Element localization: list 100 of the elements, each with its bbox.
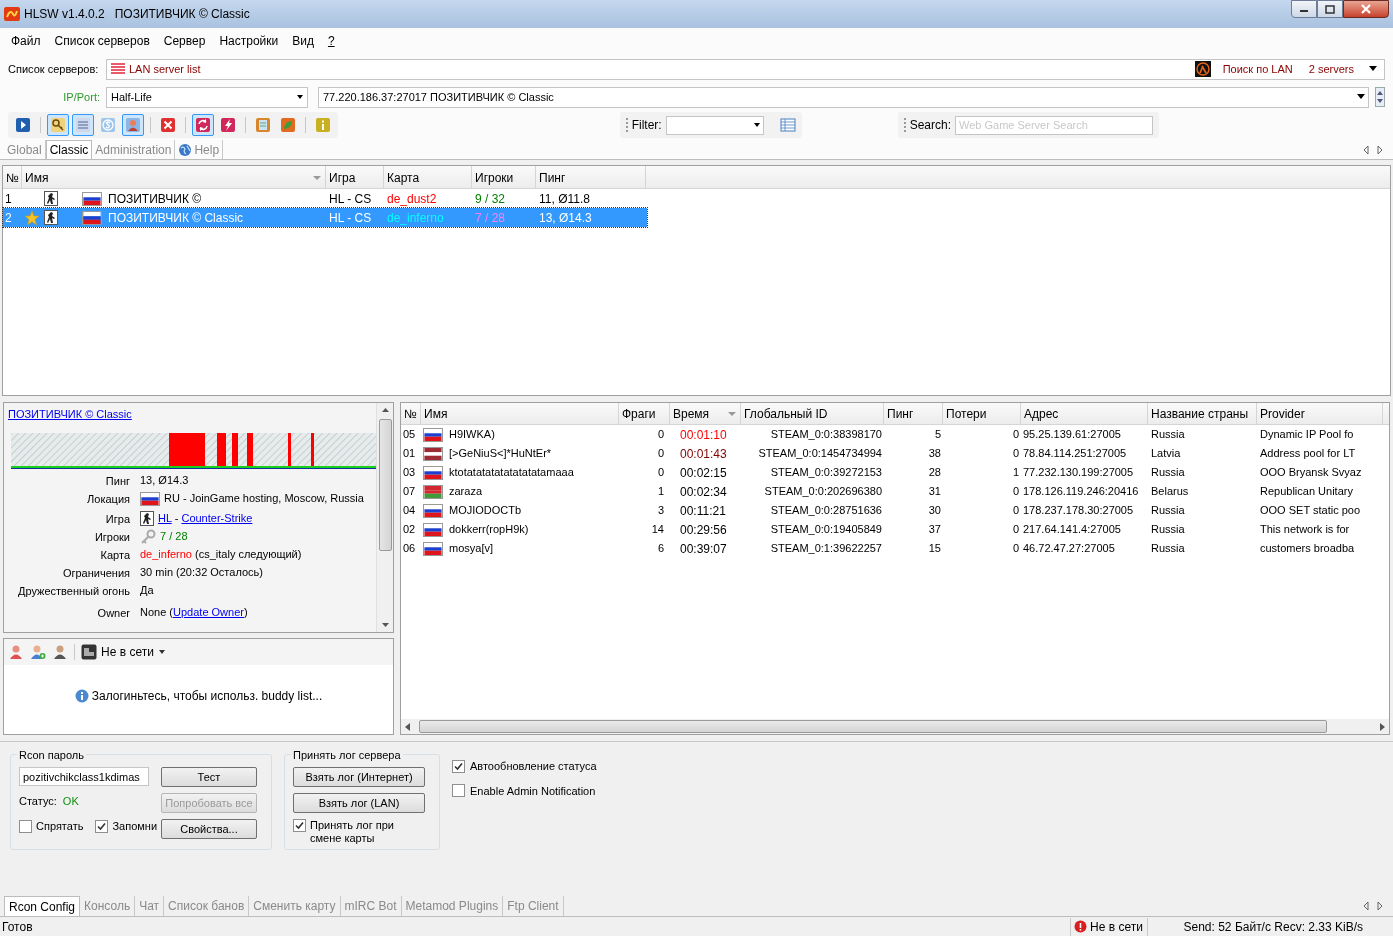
table-cell-text: OOO SET static poo <box>1259 503 1362 519</box>
table-cell: 00:01:43 <box>680 446 727 461</box>
button[interactable]: Взять лог (Интернет) <box>293 767 425 787</box>
table-cell-text: 217.64.141.4:27005 <box>1022 522 1122 538</box>
column-header[interactable]: Пинг <box>884 403 943 425</box>
table-cell-text: 78.84.114.251:27005 <box>1022 446 1128 462</box>
flag-icon <box>140 491 160 506</box>
view-tab[interactable]: Global <box>4 140 46 159</box>
column-header[interactable]: Фраги <box>619 403 670 425</box>
status-value: OK <box>62 793 79 809</box>
link[interactable]: Update Owner <box>173 606 244 619</box>
table-cell-text: 178.237.178.30:27005 <box>1022 503 1135 519</box>
checkbox-label: Принять лог при смене карты <box>310 819 395 845</box>
map-cell-text: de_dust2 <box>386 190 438 208</box>
button[interactable]: Свойства... <box>161 819 257 839</box>
players-cell-text: 7 / 28 <box>474 209 507 227</box>
checkbox[interactable] <box>452 784 465 798</box>
info-label: Игроки <box>93 529 130 545</box>
info-value: HL - Counter-Strike <box>158 511 253 527</box>
table-cell-text: STEAM_0:1:39622257 <box>769 541 883 557</box>
toolbar-button[interactable] <box>122 114 144 136</box>
info-value: de_inferno (cs_italy следующий) <box>140 547 302 563</box>
column-header[interactable]: Название страны <box>1148 403 1257 425</box>
minimize-button[interactable] <box>1291 0 1317 18</box>
info-value: 13, Ø14.3 <box>140 473 189 489</box>
toolbar-button[interactable] <box>47 114 69 136</box>
table-cell-text: 05 <box>402 427 417 443</box>
info-value: None (Update Owner) <box>140 605 248 621</box>
player-name: zaraza <box>449 484 483 500</box>
menu-item[interactable]: Файл <box>4 30 48 52</box>
filter-label: Filter: <box>631 117 662 134</box>
column-header[interactable]: Карта <box>384 166 472 189</box>
server-link[interactable]: ПОЗИТИВЧИК © Classic <box>8 406 132 423</box>
person-icon[interactable] <box>8 644 24 660</box>
column-header[interactable]: Адрес <box>1021 403 1148 425</box>
table-cell-text: STEAM_0:0:202696380 <box>763 484 883 500</box>
toolbar-button[interactable] <box>192 114 214 136</box>
menu-item[interactable]: Сервер <box>156 30 213 52</box>
view-tab[interactable]: Administration <box>92 140 176 159</box>
table-cell-text: Belarus <box>1150 484 1190 500</box>
table-icon[interactable] <box>779 118 796 132</box>
table-cell-text: 0 <box>656 465 665 481</box>
menu-item[interactable]: Список серверов <box>47 30 157 52</box>
scroll-left-icon[interactable] <box>1361 143 1371 157</box>
menu-item[interactable]: Вид <box>285 30 321 52</box>
error-icon <box>1074 920 1087 933</box>
menu-item[interactable]: ? <box>320 30 342 52</box>
column-header[interactable]: Игра <box>326 166 384 189</box>
column-header[interactable]: Имя <box>421 403 619 425</box>
column-header[interactable]: Имя <box>22 166 326 189</box>
button[interactable]: Взять лог (LAN) <box>293 793 425 813</box>
person-icon[interactable] <box>52 644 68 660</box>
column-header[interactable]: Глобальный ID <box>741 403 884 425</box>
scroll-right-icon[interactable] <box>1375 899 1385 913</box>
add-person-icon[interactable] <box>30 644 46 660</box>
column-header[interactable]: Время <box>670 403 741 425</box>
maximize-button[interactable] <box>1317 0 1343 18</box>
link[interactable]: HL <box>158 512 172 525</box>
scrollbar[interactable] <box>401 719 1389 734</box>
scroll-left-icon[interactable] <box>1361 899 1371 913</box>
table-cell-text: 15 <box>927 541 942 557</box>
player-name: H9IWKA) <box>449 427 495 443</box>
view-tab[interactable]: Classic <box>45 140 93 159</box>
password-field[interactable]: pozitivchikclass1kdimas <box>19 767 149 786</box>
scroll-right-icon[interactable] <box>1375 143 1385 157</box>
ping-cell-text: 13, Ø14.3 <box>538 209 593 227</box>
checkbox[interactable] <box>19 819 32 833</box>
table-cell-text: 0 <box>1011 522 1020 538</box>
list-icon <box>75 117 91 133</box>
game-dropdown[interactable]: Half-Life <box>106 86 308 108</box>
table-cell-text: 46.72.47.27:27005 <box>1022 541 1116 557</box>
column-header[interactable]: Игроки <box>472 166 536 189</box>
address-dropdown[interactable]: 77.220.186.37:27017 ПОЗИТИВЧИК © Classic <box>318 86 1369 108</box>
soldier-icon <box>44 210 58 225</box>
leaf-icon <box>280 117 296 133</box>
menu-item[interactable]: Настройки <box>212 30 286 52</box>
column-header[interactable]: Пинг <box>536 166 646 189</box>
info-label: Локация <box>86 491 130 507</box>
server-list-dropdown[interactable]: LAN server list Поиск по LAN 2 servers <box>106 58 1385 80</box>
column-header[interactable]: Потери <box>943 403 1021 425</box>
field-label: IP/Port: <box>62 89 100 105</box>
close-button[interactable] <box>1343 0 1389 18</box>
button[interactable]: Тест <box>161 767 257 787</box>
column-header[interactable]: Provider <box>1257 403 1383 425</box>
spin-buttons-icon[interactable] <box>1375 87 1385 107</box>
checkbox[interactable] <box>293 819 306 832</box>
status-dropdown[interactable]: Не в сети <box>81 643 166 661</box>
link[interactable]: Counter-Strike <box>181 512 253 525</box>
column-header[interactable]: № <box>3 166 22 189</box>
table-cell-text: Russia <box>1150 427 1186 443</box>
flag-icon <box>82 191 102 206</box>
checkbox[interactable] <box>95 819 109 833</box>
table-cell-text: 77.232.130.199:27005 <box>1022 465 1135 481</box>
table-cell-text: 1 <box>656 484 665 500</box>
server-row[interactable]: 1 ПОЗИТИВЧИК © HL - CS de_dust2 9 / 32 11, Ø11.8 <box>3 189 647 208</box>
checkbox[interactable] <box>452 759 465 773</box>
bottom-tab[interactable]: Rcon Config <box>4 896 81 916</box>
info-label: Дружественный огонь <box>17 583 130 599</box>
scrollbar[interactable] <box>376 403 393 632</box>
column-header[interactable]: № <box>401 403 421 425</box>
